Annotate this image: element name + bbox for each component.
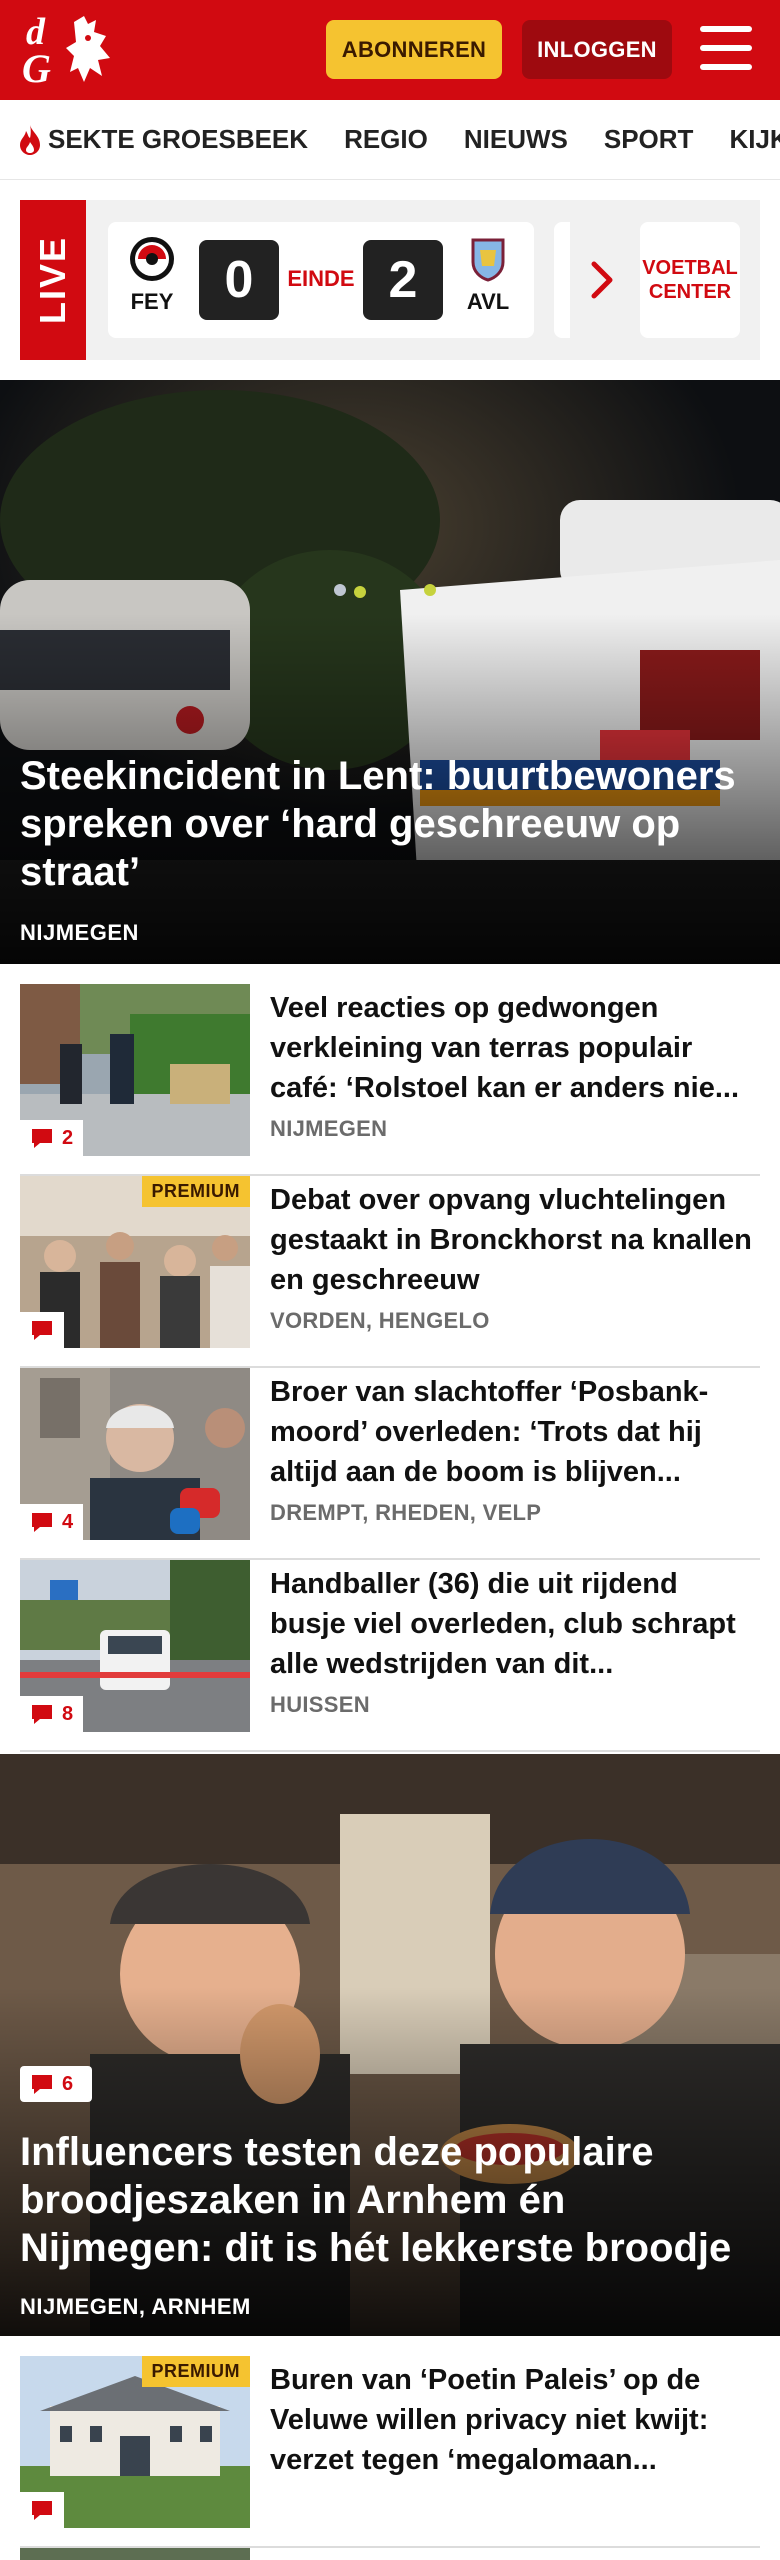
hero-article[interactable]: 6 Influencers testen deze populaire broo… [0,1754,780,2336]
live-scores-bar: LIVE FEY 0 EINDE 2 AVL VOETBAL CENTER [20,200,760,360]
home-team: FEY [122,236,182,315]
flame-icon [20,124,40,155]
article-title[interactable]: Handballer (36) die uit rijdend busje vi… [270,1564,760,1684]
comment-icon [32,2501,52,2520]
article-title[interactable]: Broer van slachtoffer ‘Posbank-moord’ ov… [270,1372,760,1492]
hero-article[interactable]: Steekincident in Lent: buurtbewoners spr… [0,380,780,964]
article-title[interactable]: Veel reacties op gedwongen verkleining v… [270,988,760,1108]
premium-badge: PREMIUM [141,2356,250,2387]
comment-count-badge: 8 [20,1696,84,1732]
article-location: HUISSEN [270,1692,370,1717]
nav-item-kijk[interactable]: KIJK [729,124,780,155]
article-thumbnail: 2 [20,984,250,1156]
hero-article-title[interactable]: Steekincident in Lent: buurtbewoners spr… [20,752,760,896]
away-score: 2 [363,240,443,320]
live-label: LIVE [20,200,86,360]
away-team: AVL [458,236,518,315]
hero-article-title[interactable]: Influencers testen deze populaire broodj… [20,2128,760,2272]
chevron-right-icon[interactable] [588,258,618,302]
voetbal-center-button[interactable]: VOETBAL CENTER [640,222,740,338]
nav-item-regio[interactable]: REGIO [344,124,428,155]
article-thumbnail: 4 [20,1368,250,1540]
home-team-code: FEY [130,289,174,314]
article-location: VORDEN, HENGELO [270,1308,490,1333]
nav-item-sekte-groesbeek[interactable]: SEKTE GROESBEEK [16,124,308,156]
next-article-thumbnail-partial [20,2548,250,2560]
comment-count-badge: 2 [20,1120,84,1156]
nav-item-nieuws[interactable]: NIEUWS [464,124,568,155]
article-title[interactable]: Debat over opvang vluchtelingen gestaakt… [270,1180,760,1300]
away-team-code: AVL [466,289,510,314]
next-match-card[interactable] [554,222,570,338]
premium-badge: PREMIUM [141,1176,250,1207]
hamburger-menu-icon[interactable] [700,26,752,72]
match-status: EINDE [287,266,355,291]
list-item[interactable]: 4 Broer van slachtoffer ‘Posbank-moord’ … [20,1368,760,1560]
comment-icon [32,1705,52,1724]
article-location: DREMPT, RHEDEN, VELP [270,1500,542,1525]
article-thumbnail: PREMIUM [20,1176,250,1348]
list-item[interactable]: 8 Handballer (36) die uit rijdend busje … [20,1560,760,1752]
site-header: d G ABONNEREN INLOGGEN [0,0,780,100]
comment-icon [32,1321,52,1340]
section-nav: SEKTE GROESBEEK REGIO NIEUWS SPORT KIJK … [0,100,780,180]
list-item[interactable]: 2 Veel reacties op gedwongen verkleining… [20,984,760,1176]
comment-count-badge [20,1312,64,1348]
article-title[interactable]: Buren van ‘Poetin Paleis’ op de Veluwe w… [270,2360,760,2480]
home-score: 0 [199,240,279,320]
match-card[interactable]: FEY 0 EINDE 2 AVL [108,222,534,338]
list-item[interactable]: PREMIUM Buren van ‘Poetin Paleis’ op de … [20,2356,760,2548]
comment-count-badge: 6 [20,2066,92,2102]
nav-item-label: SEKTE GROESBEEK [48,124,309,154]
hero-article-location: NIJMEGEN, ARNHEM [20,2294,251,2319]
comment-icon [32,1129,52,1148]
list-item[interactable]: PREMIUM Debat over opvang vluchtelingen … [20,1176,760,1368]
feyenoord-badge-icon [130,237,174,281]
subscribe-button[interactable]: ABONNEREN [326,20,502,79]
nav-item-sport[interactable]: SPORT [604,124,694,155]
article-thumbnail: PREMIUM [20,2356,250,2528]
comment-icon [32,1513,52,1532]
comment-count-badge: 4 [20,1504,84,1540]
svg-text:G: G [22,46,51,90]
article-location: NIJMEGEN [270,1116,388,1141]
login-button[interactable]: INLOGGEN [522,20,672,79]
article-thumbnail: 8 [20,1560,250,1732]
aston-villa-badge-icon [471,238,505,282]
comment-count-badge [20,2492,64,2528]
comment-icon [32,2075,52,2094]
hero-article-location: NIJMEGEN [20,920,139,945]
site-logo[interactable]: d G [22,10,122,90]
